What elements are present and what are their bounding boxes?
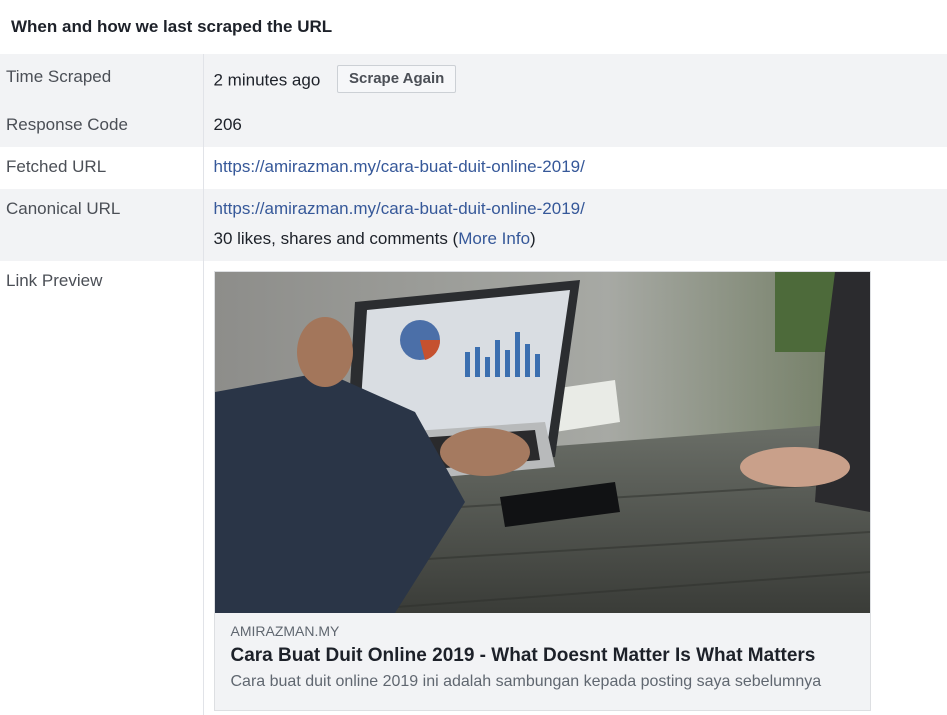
time-scraped-label: Time Scraped (0, 54, 204, 104)
engagement-text: 30 likes, shares and comments (More Info… (214, 229, 947, 249)
fetched-url-cell: https://amirazman.my/cara-buat-duit-onli… (203, 147, 947, 189)
link-preview-cell: AMIRAZMAN.MY Cara Buat Duit Online 2019 … (203, 261, 947, 715)
response-code-value: 206 (203, 104, 947, 147)
engagement-prefix: 30 likes, shares and comments ( (213, 229, 459, 248)
engagement-suffix: ) (530, 229, 536, 248)
time-scraped-cell: 2 minutes ago Scrape Again (203, 54, 947, 104)
preview-headline: Cara Buat Duit Online 2019 - What Doesnt… (230, 645, 816, 666)
time-scraped-value: 2 minutes ago (213, 70, 321, 90)
section-title: When and how we last scraped the URL (11, 17, 333, 36)
fetched-url-label: Fetched URL (0, 147, 204, 189)
more-info-link[interactable]: More Info (458, 229, 530, 248)
row-link-preview: Link Preview AMIRAZMAN.MY Cara Buat Duit… (0, 261, 947, 715)
preview-domain: AMIRAZMAN.MY (230, 623, 340, 639)
link-preview-card[interactable]: AMIRAZMAN.MY Cara Buat Duit Online 2019 … (213, 271, 871, 711)
laptop-business-photo (214, 272, 870, 613)
row-time-scraped: Time Scraped 2 minutes ago Scrape Again (0, 54, 947, 104)
scrape-info-table: Time Scraped 2 minutes ago Scrape Again … (0, 54, 947, 715)
link-preview-body: AMIRAZMAN.MY Cara Buat Duit Online 2019 … (214, 613, 870, 710)
canonical-url-link[interactable]: https://amirazman.my/cara-buat-duit-onli… (214, 199, 585, 218)
scrape-again-button[interactable]: Scrape Again (337, 65, 457, 93)
row-canonical-url: Canonical URL https://amirazman.my/cara-… (0, 189, 947, 261)
row-fetched-url: Fetched URL https://amirazman.my/cara-bu… (0, 147, 947, 189)
canonical-url-cell: https://amirazman.my/cara-buat-duit-onli… (203, 189, 947, 261)
link-preview-label: Link Preview (0, 261, 204, 715)
response-code-label: Response Code (0, 104, 204, 147)
preview-description: Cara buat duit online 2019 ini adalah sa… (230, 673, 822, 690)
row-response-code: Response Code 206 (0, 104, 947, 147)
canonical-url-label: Canonical URL (0, 189, 204, 261)
fetched-url-link[interactable]: https://amirazman.my/cara-buat-duit-onli… (214, 157, 585, 176)
